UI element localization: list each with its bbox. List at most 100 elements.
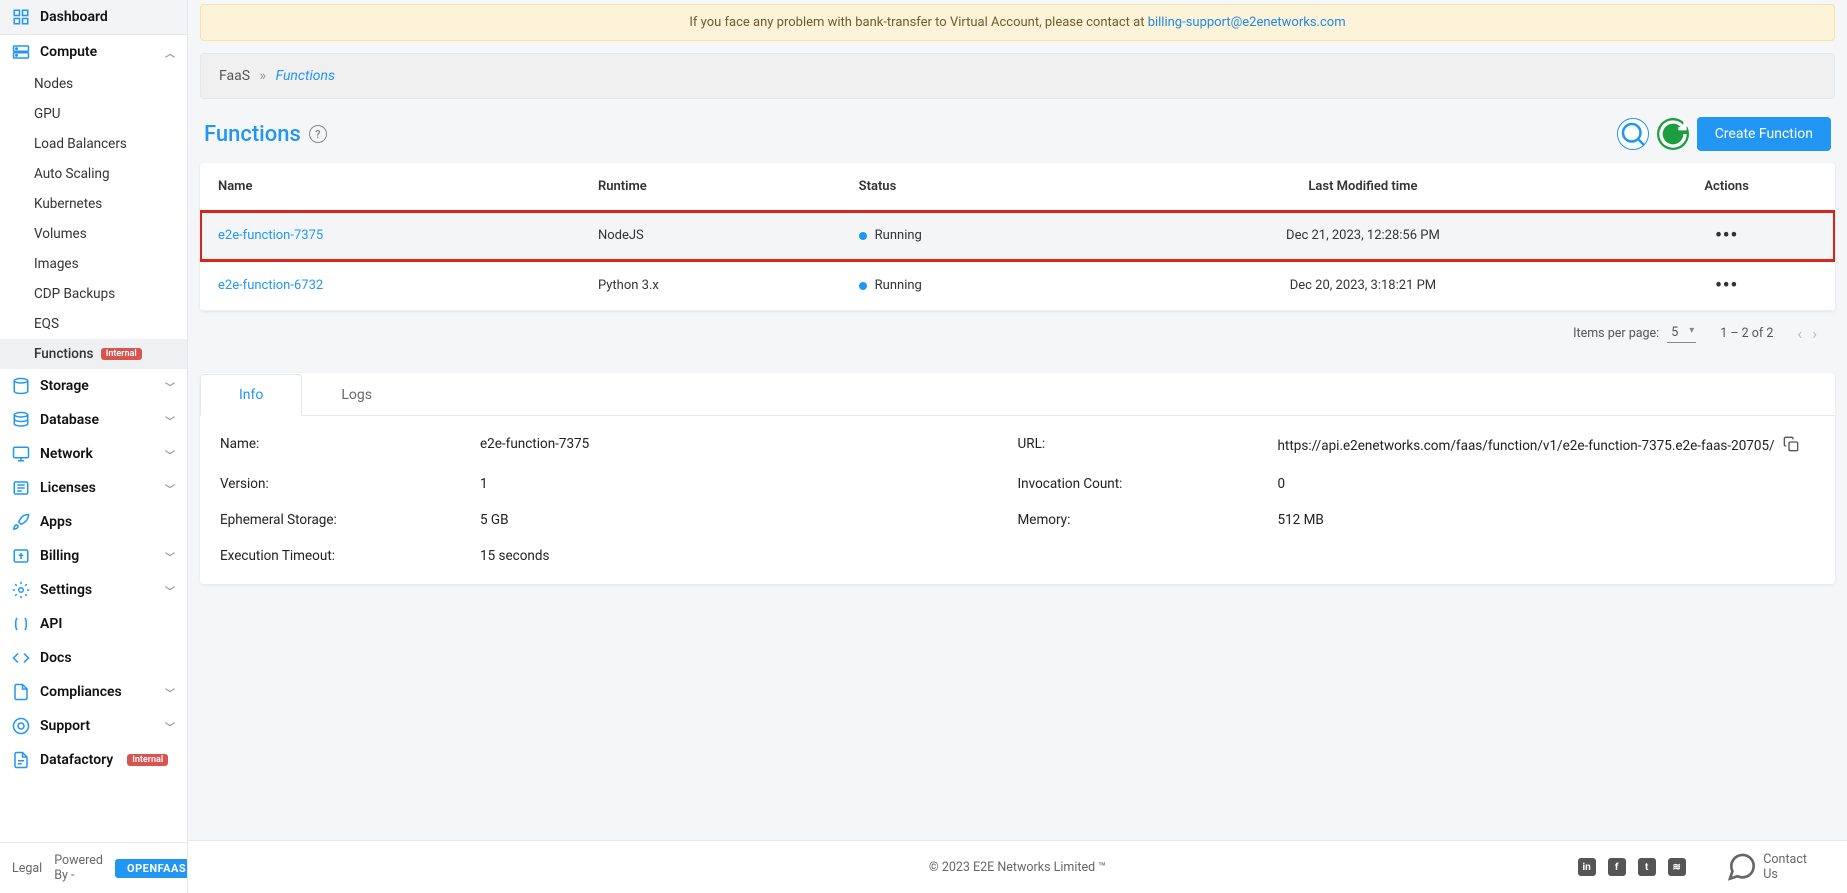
- sidebar-datafactory-label: Datafactory: [40, 752, 113, 768]
- tab-info[interactable]: Info: [200, 374, 302, 416]
- detail-url-value[interactable]: https://api.e2enetworks.com/faas/functio…: [1278, 438, 1775, 454]
- refresh-button[interactable]: [1657, 118, 1689, 150]
- facebook-icon[interactable]: f: [1608, 858, 1626, 876]
- breadcrumb-current: Functions: [276, 68, 335, 84]
- sidebar-item-api[interactable]: API: [0, 607, 187, 641]
- page-title: Functions: [204, 122, 301, 147]
- breadcrumb-separator: »: [260, 68, 267, 84]
- sidebar-licenses-label: Licenses: [40, 480, 96, 496]
- breadcrumb: FaaS » Functions: [200, 53, 1835, 99]
- th-name: Name: [200, 163, 580, 211]
- sidebar-item-compliances[interactable]: Compliances ﹀: [0, 675, 187, 709]
- search-button[interactable]: [1617, 118, 1649, 150]
- network-icon: [12, 445, 30, 463]
- detail-invocation-label: Invocation Count:: [1018, 476, 1278, 492]
- sidebar-item-licenses[interactable]: Licenses ﹀: [0, 471, 187, 505]
- code-icon: [12, 649, 30, 667]
- dashboard-icon: [12, 8, 30, 26]
- powered-by-label: Powered By -: [54, 853, 103, 883]
- detail-name-label: Name:: [220, 436, 480, 456]
- sidebar-database-label: Database: [40, 412, 99, 428]
- notice-email-link[interactable]: billing-support@e2enetworks.com: [1148, 15, 1346, 30]
- chevron-down-icon: ﹀: [165, 583, 175, 598]
- breadcrumb-root[interactable]: FaaS: [219, 68, 250, 84]
- sidebar-item-settings[interactable]: Settings ﹀: [0, 573, 187, 607]
- sidebar-docs-label: Docs: [40, 650, 72, 666]
- sidebar-item-docs[interactable]: Docs: [0, 641, 187, 675]
- sidebar-sub-functions[interactable]: Functions Internal: [0, 339, 187, 369]
- sidebar-network-label: Network: [40, 446, 93, 462]
- create-function-button[interactable]: Create Function: [1697, 117, 1831, 151]
- function-name-link[interactable]: e2e-function-7375: [218, 228, 323, 243]
- copy-icon[interactable]: [1783, 436, 1799, 456]
- twitter-icon[interactable]: t: [1638, 858, 1656, 876]
- openfaas-badge[interactable]: OPENFAAS: [115, 859, 188, 878]
- sidebar-item-dashboard[interactable]: Dashboard: [0, 0, 187, 35]
- help-icon[interactable]: ?: [309, 125, 327, 143]
- row-actions-menu[interactable]: •••: [1715, 275, 1738, 296]
- runtime-cell: NodeJS: [580, 211, 841, 261]
- th-status: Status: [841, 163, 1108, 211]
- api-icon: [12, 615, 30, 633]
- sidebar-item-network[interactable]: Network ﹀: [0, 437, 187, 471]
- rss-icon[interactable]: ≋: [1668, 858, 1686, 876]
- sidebar-sub-nodes[interactable]: Nodes: [0, 69, 187, 99]
- detail-version-value: 1: [480, 476, 1018, 492]
- sidebar-sub-images[interactable]: Images: [0, 249, 187, 279]
- notice-text: If you face any problem with bank-transf…: [689, 15, 1147, 30]
- sidebar-item-datafactory[interactable]: Datafactory Internal: [0, 743, 187, 777]
- sidebar-sub-volumes[interactable]: Volumes: [0, 219, 187, 249]
- status-dot-icon: [859, 232, 867, 240]
- sidebar-sub-eqs[interactable]: EQS: [0, 309, 187, 339]
- linkedin-icon[interactable]: in: [1578, 858, 1596, 876]
- sidebar-storage-label: Storage: [40, 378, 89, 394]
- chevron-down-icon: ﹀: [165, 481, 175, 496]
- file-icon: [12, 683, 30, 701]
- detail-memory-value: 512 MB: [1278, 512, 1816, 528]
- table-row[interactable]: e2e-function-7375 NodeJS Running Dec 21,…: [200, 211, 1835, 261]
- sidebar-sub-loadbalancers[interactable]: Load Balancers: [0, 129, 187, 159]
- chevron-down-icon: ﹀: [165, 549, 175, 564]
- row-actions-menu[interactable]: •••: [1715, 225, 1738, 246]
- sidebar-sub-autoscaling[interactable]: Auto Scaling: [0, 159, 187, 189]
- sidebar-item-support[interactable]: Support ﹀: [0, 709, 187, 743]
- chevron-up-icon: ︿: [165, 45, 175, 60]
- detail-memory-label: Memory:: [1018, 512, 1278, 528]
- sidebar-sub-gpu[interactable]: GPU: [0, 99, 187, 129]
- table-row[interactable]: e2e-function-6732 Python 3.x Running Dec…: [200, 261, 1835, 311]
- storage-icon: [12, 377, 30, 395]
- contact-us-link[interactable]: Contact Us: [1726, 851, 1807, 883]
- status-text: Running: [875, 228, 922, 243]
- detail-storage-value: 5 GB: [480, 512, 1018, 528]
- legal-link[interactable]: Legal: [12, 861, 42, 876]
- modified-cell: Dec 21, 2023, 12:28:56 PM: [1108, 211, 1619, 261]
- openfaas-label: OPENFAAS: [127, 862, 186, 875]
- items-per-page-select[interactable]: 5: [1667, 323, 1696, 343]
- notice-banner: If you face any problem with bank-transf…: [200, 4, 1835, 41]
- gear-icon: [12, 581, 30, 599]
- items-per-page-label: Items per page:: [1573, 326, 1659, 341]
- pagination: Items per page: 5 1 – 2 of 2 ‹ ›: [200, 311, 1835, 355]
- page-prev-button[interactable]: ‹: [1797, 324, 1802, 343]
- rocket-icon: [12, 513, 30, 531]
- sidebar-item-billing[interactable]: Billing ﹀: [0, 539, 187, 573]
- sidebar-item-apps[interactable]: Apps: [0, 505, 187, 539]
- tab-logs[interactable]: Logs: [302, 374, 411, 416]
- functions-table: Name Runtime Status Last Modified time A…: [200, 163, 1835, 311]
- detail-version-label: Version:: [220, 476, 480, 492]
- detail-storage-label: Ephemeral Storage:: [220, 512, 480, 528]
- th-runtime: Runtime: [580, 163, 841, 211]
- database-icon: [12, 411, 30, 429]
- sidebar-sub-kubernetes[interactable]: Kubernetes: [0, 189, 187, 219]
- page-next-button[interactable]: ›: [1812, 324, 1817, 343]
- copyright-text: © 2023 E2E Networks Limited ™: [929, 860, 1106, 875]
- sidebar-compliances-label: Compliances: [40, 684, 122, 700]
- sidebar-item-storage[interactable]: Storage ﹀: [0, 369, 187, 403]
- sidebar-item-compute[interactable]: Compute ︿: [0, 35, 187, 69]
- function-name-link[interactable]: e2e-function-6732: [218, 278, 323, 293]
- status-dot-icon: [859, 282, 867, 290]
- chevron-down-icon: ﹀: [165, 719, 175, 734]
- sidebar-item-database[interactable]: Database ﹀: [0, 403, 187, 437]
- sidebar-sub-cdpbackups[interactable]: CDP Backups: [0, 279, 187, 309]
- sidebar: Dashboard Compute ︿ Nodes GPU Load Balan…: [0, 0, 188, 893]
